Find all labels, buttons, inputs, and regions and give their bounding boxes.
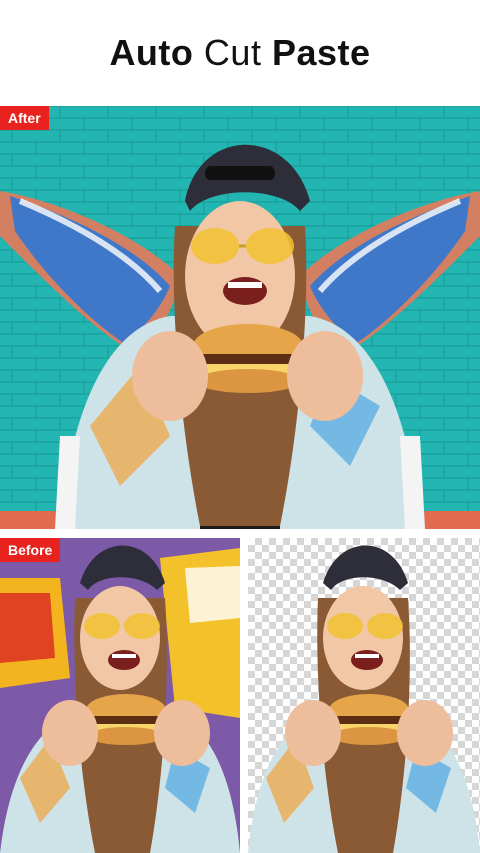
title-bar: Auto Cut Paste <box>0 0 480 106</box>
page-title: Auto Cut Paste <box>109 32 370 74</box>
after-image: After <box>0 106 480 529</box>
after-illustration <box>0 106 480 529</box>
after-badge: After <box>0 106 49 130</box>
before-illustration <box>0 538 240 853</box>
cutout-illustration <box>248 545 480 853</box>
title-word-1: Auto <box>109 32 194 73</box>
before-image: Before <box>0 538 240 853</box>
title-word-3: Paste <box>271 32 371 73</box>
before-badge: Before <box>0 538 61 562</box>
title-word-2: Cut <box>203 32 262 73</box>
cutout-image <box>248 538 480 853</box>
